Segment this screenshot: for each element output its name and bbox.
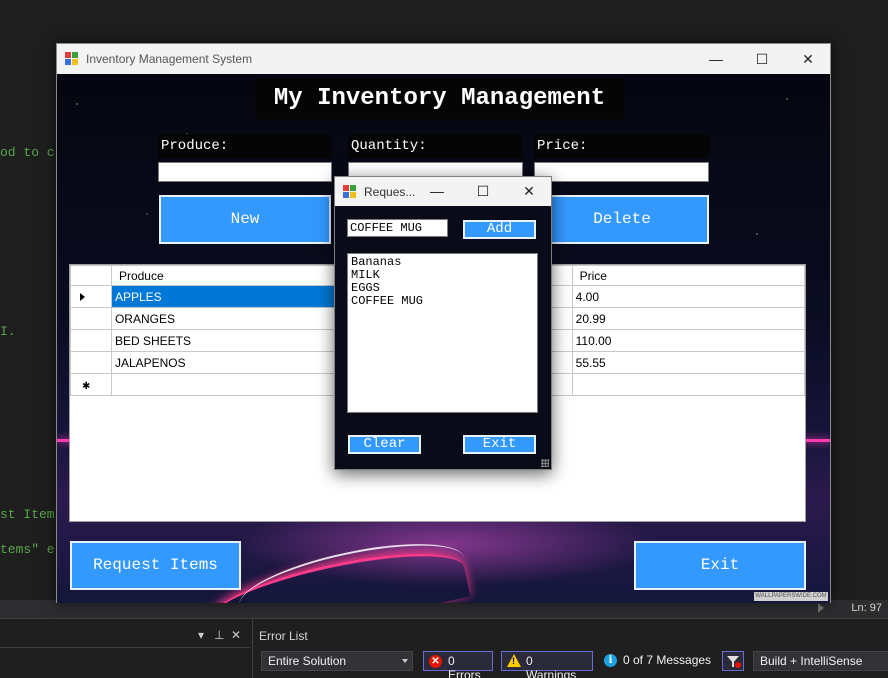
request-items-dialog: Reques... — ☐ ✕ COFFEE MUG Add Bananas M… <box>334 176 552 470</box>
row-selector[interactable] <box>70 329 112 352</box>
column-header-produce[interactable]: Produce <box>110 265 338 286</box>
add-button[interactable]: Add <box>463 220 536 239</box>
left-tool-pane: ▾ ⊥ ✕ <box>0 619 250 678</box>
close-icon[interactable]: ✕ <box>785 44 831 74</box>
warnings-filter-button[interactable]: ! 0 Warnings <box>501 651 593 678</box>
dialog-titlebar[interactable]: Reques... — ☐ ✕ <box>335 177 551 206</box>
requested-items-list[interactable]: Bananas MILK EGGS COFFEE MUG <box>347 253 538 413</box>
code-fragment: od to c <box>0 145 55 160</box>
chevron-down-icon <box>402 659 408 663</box>
scroll-right-icon[interactable] <box>818 603 824 613</box>
cell-price[interactable]: 4.00 <box>571 285 805 308</box>
quantity-label: Quantity: <box>348 134 523 158</box>
new-button[interactable]: New <box>159 195 331 244</box>
scope-dropdown[interactable]: Entire Solution <box>261 651 413 671</box>
main-titlebar[interactable]: Inventory Management System — ☐ ✕ <box>57 44 830 74</box>
produce-input[interactable] <box>158 162 332 182</box>
ide-bottom-panel: ▾ ⊥ ✕ Error List Entire Solution ✕ 0 Err… <box>0 618 888 678</box>
dropdown-icon[interactable]: ▾ <box>198 628 204 642</box>
request-item-input[interactable]: COFFEE MUG <box>347 219 448 237</box>
cell-price[interactable] <box>571 373 805 396</box>
dialog-exit-button[interactable]: Exit <box>463 435 536 454</box>
row-selector[interactable]: ✱ <box>70 373 112 396</box>
code-fragment: st Item <box>0 507 55 522</box>
wallpaper-watermark: WALLPAPERSWIDE.COM <box>754 592 828 601</box>
row-selector[interactable] <box>70 351 112 374</box>
info-icon: i <box>604 654 617 667</box>
build-filter-dropdown[interactable]: Build + IntelliSense <box>753 651 888 671</box>
window-title: Inventory Management System <box>86 52 253 66</box>
code-fragment: tems" e <box>0 542 55 557</box>
cell-produce[interactable]: JALAPENOS <box>110 351 338 374</box>
row-header-corner <box>70 265 112 286</box>
row-selector[interactable] <box>70 307 112 330</box>
request-items-button[interactable]: Request Items <box>70 541 241 590</box>
error-icon: ✕ <box>429 655 442 668</box>
error-list-toolbar: Entire Solution ✕ 0 Errors ! 0 Warnings … <box>259 649 888 678</box>
close-icon[interactable]: ✕ <box>507 177 551 206</box>
error-list-panel: Error List Entire Solution ✕ 0 Errors ! … <box>252 619 888 678</box>
code-fragment: I. <box>0 324 16 339</box>
new-row-icon: ✱ <box>82 380 91 392</box>
cell-produce[interactable]: APPLES <box>110 285 338 308</box>
minimize-icon[interactable]: — <box>693 44 739 74</box>
delete-button[interactable]: Delete <box>535 195 709 244</box>
column-header-price[interactable]: Price <box>571 265 805 286</box>
app-icon <box>343 185 357 199</box>
cell-price[interactable]: 55.55 <box>571 351 805 374</box>
error-list-title: Error List <box>259 629 308 643</box>
dialog-title: Reques... <box>364 185 416 199</box>
errors-filter-button[interactable]: ✕ 0 Errors <box>423 651 493 678</box>
filter-icon[interactable] <box>722 651 744 671</box>
list-item[interactable]: COFFEE MUG <box>351 295 534 308</box>
messages-filter-button[interactable]: i 0 of 7 Messages <box>599 651 719 671</box>
resize-grip-icon[interactable] <box>541 459 549 467</box>
clear-button[interactable]: Clear <box>348 435 421 454</box>
price-label: Price: <box>534 134 709 158</box>
app-icon <box>65 52 79 66</box>
price-input[interactable] <box>534 162 709 182</box>
background-neon-streak <box>233 528 471 603</box>
cell-produce[interactable]: ORANGES <box>110 307 338 330</box>
current-row-icon <box>80 292 85 301</box>
page-title: My Inventory Management <box>255 79 624 119</box>
minimize-icon[interactable]: — <box>415 177 459 206</box>
dialog-client-area: COFFEE MUG Add Bananas MILK EGGS COFFEE … <box>335 206 551 469</box>
row-selector[interactable] <box>70 285 112 308</box>
close-icon[interactable]: ✕ <box>231 628 241 642</box>
warning-icon: ! <box>507 654 521 667</box>
cell-price[interactable]: 110.00 <box>571 329 805 352</box>
pin-icon[interactable]: ⊥ <box>214 628 224 642</box>
cell-produce[interactable]: BED SHEETS <box>110 329 338 352</box>
maximize-icon[interactable]: ☐ <box>739 44 785 74</box>
produce-label: Produce: <box>158 134 332 158</box>
exit-button[interactable]: Exit <box>634 541 806 590</box>
cell-price[interactable]: 20.99 <box>571 307 805 330</box>
cell-produce[interactable] <box>110 373 338 396</box>
line-indicator: Ln: 97 <box>851 602 882 614</box>
maximize-icon[interactable]: ☐ <box>461 177 505 206</box>
